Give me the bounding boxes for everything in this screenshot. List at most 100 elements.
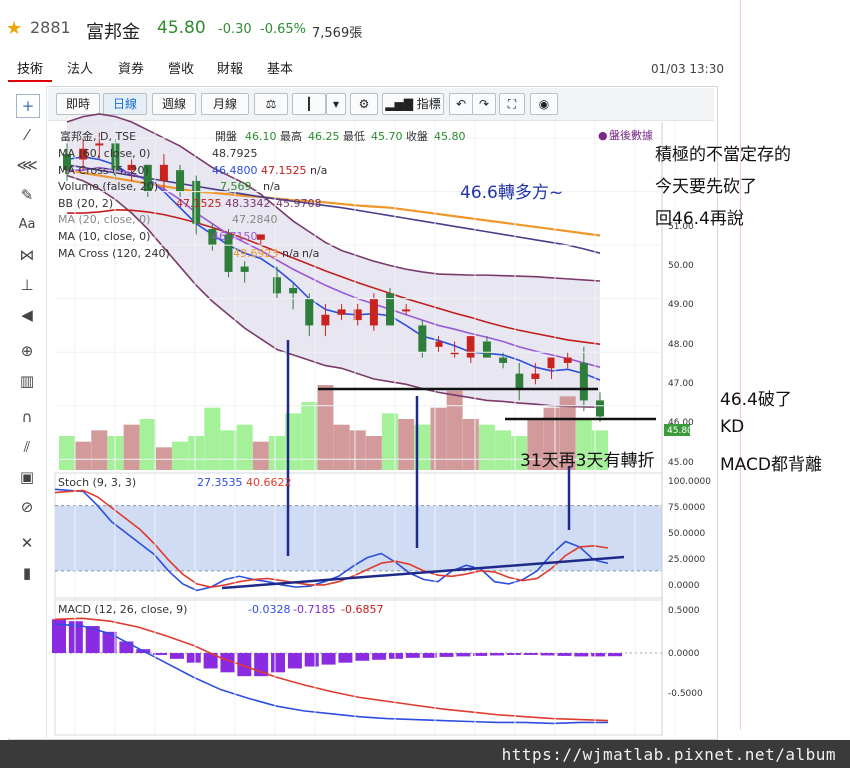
legend-bb-name: BB (20, 2) [58,197,113,210]
legend-low-label: 最低 [343,130,365,143]
legend-bb-v2: 48.3342 [225,197,271,210]
volume-bar [204,407,221,470]
macd-histogram-bar [405,653,420,658]
macd-histogram-bar [102,631,117,654]
legend-macross520-v3: n/a [310,164,327,177]
macd-histogram-bar [439,653,454,657]
price-tick: 47.00 [668,379,694,389]
volume-bar [59,436,75,470]
macd-histogram-bar [186,653,201,663]
stoch-tick: 50.0000 [668,529,705,539]
note-line-3: 回46.4再說 [655,209,744,229]
candle-body [256,234,265,240]
candle-body [159,164,168,181]
legend-macross120-v2: n/a [282,247,299,260]
macd-histogram-bar [372,653,387,660]
stoch-tick: 75.0000 [668,503,705,513]
legend-macross520-v1: 46.4800 [212,164,258,177]
volume-bar [75,441,92,470]
macd-histogram-bar [490,653,505,656]
stoch-tick: 100.0000 [668,477,711,487]
legend-macross120-v3: n/a [302,247,319,260]
legend-ma10-value: 46.7150 [212,230,258,243]
legend-macross520-v2: 47.1525 [261,164,307,177]
legend-macd-v2: -0.7185 [293,603,335,616]
volume-bar [349,430,366,470]
legend-bb-v1: 47.1525 [176,197,222,210]
stoch-tick: 0.0000 [668,581,700,591]
legend-close-label: 收盤 [406,129,428,143]
stock-chart[interactable]: 富邦金, D, TSE 開盤 46.10 最高 46.25 最低 45.70 收… [0,0,850,740]
volume-bar [123,424,140,470]
candle-body [482,341,491,358]
legend-stoch-v2: 40.6622 [246,476,292,489]
legend-main-name: 富邦金, D, TSE [60,129,136,143]
macd-histogram-bar [388,653,403,659]
candle-body [531,373,540,379]
macd-histogram-bar [557,653,572,656]
legend-ma10-name: MA (10, close, 0) [58,230,150,243]
candle-body [434,341,443,347]
macd-tick: 0.5000 [668,606,700,616]
legend-volume-v2: n/a [263,180,280,193]
legend-close: 45.80 [434,130,466,143]
note-bullish: 46.6轉多方~ [460,183,564,203]
volume-bar [365,436,382,470]
price-tick: 49.00 [668,300,694,310]
macd-histogram-bar [287,653,302,669]
volume-bar [446,390,463,470]
legend-ma20-value: 47.2840 [232,213,278,226]
volume-bar [139,419,156,470]
macd-histogram-bar [321,653,336,665]
macd-histogram-bar [355,653,370,661]
candle-body [515,373,524,390]
candle-body [369,298,378,326]
legend-ma60-value: 48.7925 [212,147,258,160]
after-hours-label[interactable]: 盤後數據 [609,128,653,142]
volume-bar [91,430,108,470]
legend-volume-v1: 7,569 [220,180,252,193]
note-macd-divergence: MACD都背離 [720,455,822,475]
candle-body [337,309,346,315]
legend-open-label: 開盤 [215,130,237,143]
note-turning-point: 31天再3天有轉折 [520,451,655,471]
legend-macross120-v1: 49.6923 [233,247,279,260]
legend-ma60-name: MA (60, close, 0) [58,147,150,160]
macd-pane [52,599,663,736]
legend-high-label: 最高 [280,129,302,143]
candle-body [499,357,508,363]
legend-stoch-v1: 27.3535 [197,476,243,489]
legend-volume-name: Volume (false, 20) [58,180,158,193]
candle-body [563,357,572,363]
legend-macross120-name: MA Cross (120, 240) [58,247,170,260]
price-tick: 45.00 [668,458,694,468]
volume-bar [172,441,189,470]
legend-high: 46.25 [308,130,340,143]
macd-histogram-bar [506,653,521,655]
footer-bar: https://wjmatlab.pixnet.net/album [0,740,850,768]
macd-histogram-bar [271,653,286,673]
note-line-1: 積極的不當定存的 [655,145,791,165]
macd-histogram-bar [456,653,471,657]
candle-body [596,400,604,417]
candle-body [321,314,330,326]
candle-body [289,287,298,294]
macd-histogram-bar [574,653,589,657]
macd-histogram-bar [523,653,538,655]
note-line-2: 今天要先砍了 [655,177,757,197]
volume-bar [430,407,447,470]
last-price-label: 45.80 [667,426,693,436]
footer-url: https://wjmatlab.pixnet.net/album [501,745,836,764]
macd-histogram-bar [338,653,353,663]
candle-body [272,277,281,294]
candle-body [305,298,314,326]
price-tick: 50.00 [668,261,694,271]
after-hours-dot: ● [598,129,608,142]
candle-body [402,309,411,312]
candle-body [418,325,427,353]
legend-ma20-name: MA (20, close, 0) [58,213,150,226]
volume-bar [495,430,512,470]
candle-body [579,362,588,401]
legend-macd-name: MACD (12, 26, close, 9) [58,603,187,616]
macd-histogram-bar [608,653,622,657]
